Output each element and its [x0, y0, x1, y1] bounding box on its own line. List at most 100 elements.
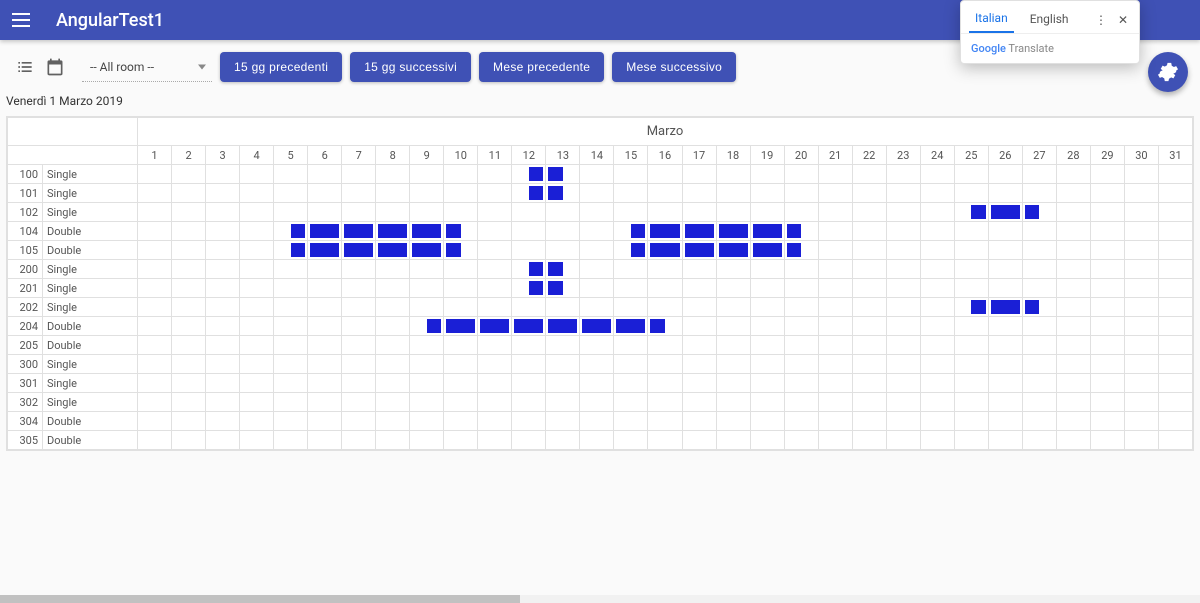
day-cell[interactable] — [988, 222, 1022, 241]
day-cell[interactable] — [614, 393, 648, 412]
day-cell[interactable] — [1056, 412, 1090, 431]
day-cell[interactable] — [172, 203, 206, 222]
day-cell[interactable] — [784, 260, 818, 279]
day-cell[interactable] — [614, 336, 648, 355]
day-cell[interactable] — [886, 298, 920, 317]
day-cell[interactable] — [308, 298, 342, 317]
day-cell[interactable] — [682, 222, 716, 241]
day-cell[interactable] — [580, 222, 614, 241]
horizontal-scrollbar[interactable] — [0, 595, 1200, 603]
day-cell[interactable] — [1022, 222, 1056, 241]
day-cell[interactable] — [172, 431, 206, 450]
booking-bar[interactable] — [514, 319, 543, 333]
day-cell[interactable] — [342, 431, 376, 450]
day-cell[interactable] — [342, 317, 376, 336]
day-cell[interactable] — [920, 279, 954, 298]
day-cell[interactable] — [410, 165, 444, 184]
day-cell[interactable] — [1124, 222, 1158, 241]
day-cell[interactable] — [1124, 298, 1158, 317]
day-cell[interactable] — [1022, 184, 1056, 203]
day-cell[interactable] — [1056, 355, 1090, 374]
booking-bar[interactable] — [412, 243, 441, 257]
day-cell[interactable] — [1090, 393, 1124, 412]
day-cell[interactable] — [512, 374, 546, 393]
day-cell[interactable] — [1022, 165, 1056, 184]
day-cell[interactable] — [580, 298, 614, 317]
day-cell[interactable] — [206, 336, 240, 355]
day-cell[interactable] — [682, 260, 716, 279]
day-cell[interactable] — [546, 279, 580, 298]
day-cell[interactable] — [852, 279, 886, 298]
day-cell[interactable] — [954, 336, 988, 355]
translate-close-icon[interactable]: ✕ — [1115, 12, 1131, 28]
day-cell[interactable] — [580, 241, 614, 260]
day-cell[interactable] — [444, 241, 478, 260]
day-cell[interactable] — [784, 355, 818, 374]
day-cell[interactable] — [750, 374, 784, 393]
day-cell[interactable] — [1090, 412, 1124, 431]
day-cell[interactable] — [206, 165, 240, 184]
day-cell[interactable] — [138, 317, 172, 336]
day-cell[interactable] — [274, 412, 308, 431]
day-cell[interactable] — [1022, 279, 1056, 298]
day-cell[interactable] — [818, 203, 852, 222]
day-cell[interactable] — [512, 393, 546, 412]
day-cell[interactable] — [1124, 431, 1158, 450]
day-cell[interactable] — [614, 165, 648, 184]
day-cell[interactable] — [818, 412, 852, 431]
day-cell[interactable] — [240, 393, 274, 412]
day-cell[interactable] — [1090, 222, 1124, 241]
day-cell[interactable] — [852, 222, 886, 241]
day-cell[interactable] — [852, 431, 886, 450]
day-cell[interactable] — [512, 317, 546, 336]
day-cell[interactable] — [444, 431, 478, 450]
day-cell[interactable] — [716, 336, 750, 355]
day-cell[interactable] — [716, 165, 750, 184]
day-cell[interactable] — [1022, 412, 1056, 431]
day-cell[interactable] — [138, 260, 172, 279]
day-cell[interactable] — [172, 336, 206, 355]
day-cell[interactable] — [1158, 374, 1192, 393]
booking-bar[interactable] — [631, 224, 646, 238]
booking-bar[interactable] — [548, 167, 563, 181]
day-cell[interactable] — [1158, 241, 1192, 260]
day-cell[interactable] — [750, 260, 784, 279]
booking-bar[interactable] — [753, 224, 782, 238]
day-cell[interactable] — [954, 184, 988, 203]
day-cell[interactable] — [138, 393, 172, 412]
day-cell[interactable] — [478, 336, 512, 355]
day-cell[interactable] — [240, 298, 274, 317]
day-cell[interactable] — [852, 336, 886, 355]
day-cell[interactable] — [1158, 222, 1192, 241]
day-cell[interactable] — [512, 241, 546, 260]
day-cell[interactable] — [920, 203, 954, 222]
day-cell[interactable] — [1158, 260, 1192, 279]
day-cell[interactable] — [444, 260, 478, 279]
day-cell[interactable] — [784, 431, 818, 450]
day-cell[interactable] — [410, 412, 444, 431]
day-cell[interactable] — [750, 279, 784, 298]
day-cell[interactable] — [1158, 298, 1192, 317]
day-cell[interactable] — [886, 165, 920, 184]
day-cell[interactable] — [648, 203, 682, 222]
day-cell[interactable] — [274, 184, 308, 203]
day-cell[interactable] — [410, 279, 444, 298]
day-cell[interactable] — [886, 336, 920, 355]
day-cell[interactable] — [512, 298, 546, 317]
day-cell[interactable] — [1022, 355, 1056, 374]
day-cell[interactable] — [342, 279, 376, 298]
day-cell[interactable] — [1090, 431, 1124, 450]
day-cell[interactable] — [376, 374, 410, 393]
day-cell[interactable] — [648, 336, 682, 355]
day-cell[interactable] — [954, 260, 988, 279]
day-cell[interactable] — [750, 317, 784, 336]
day-cell[interactable] — [1124, 393, 1158, 412]
day-cell[interactable] — [852, 412, 886, 431]
day-cell[interactable] — [682, 241, 716, 260]
next-month-button[interactable]: Mese successivo — [612, 52, 736, 82]
day-cell[interactable] — [1022, 241, 1056, 260]
day-cell[interactable] — [1022, 336, 1056, 355]
day-cell[interactable] — [614, 412, 648, 431]
room-select[interactable]: -- All room -- — [82, 52, 212, 82]
booking-bar[interactable] — [685, 224, 714, 238]
